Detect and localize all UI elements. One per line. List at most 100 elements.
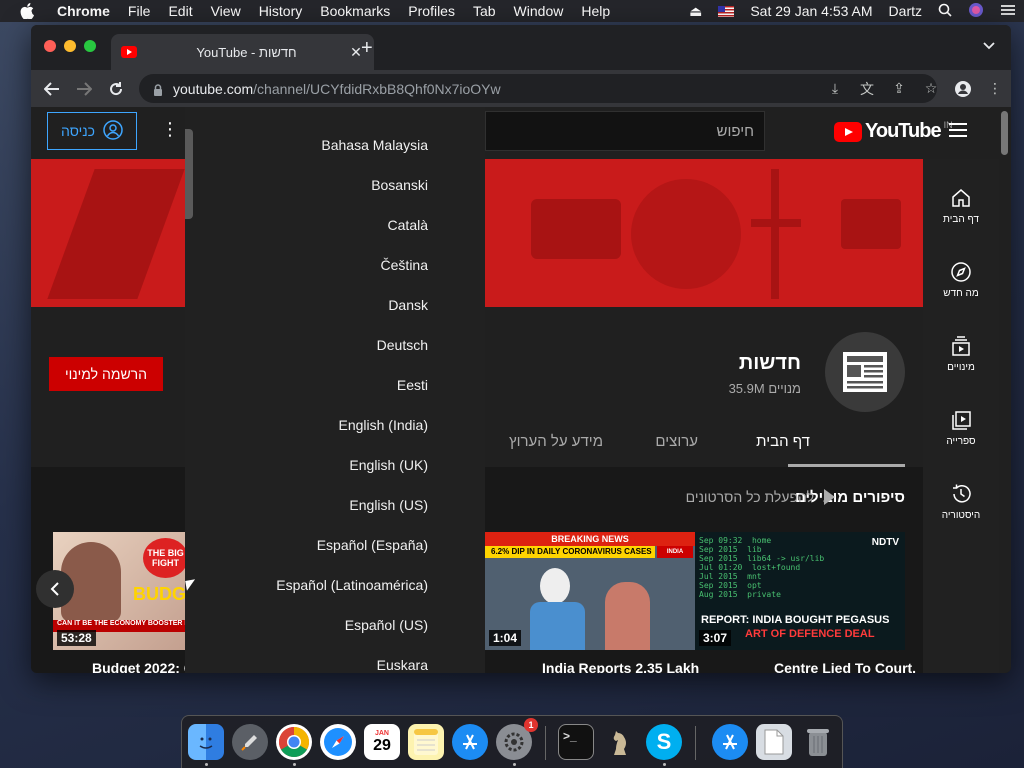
skype-icon[interactable]: S xyxy=(646,724,682,760)
language-option[interactable]: Dansk xyxy=(388,297,428,313)
tab-about[interactable]: מידע על הערוץ xyxy=(509,433,603,450)
language-option[interactable]: Español (España) xyxy=(317,537,428,553)
language-option[interactable]: Español (US) xyxy=(345,617,428,633)
forward-arrow-icon[interactable] xyxy=(73,78,95,100)
system-preferences-icon[interactable]: 1 xyxy=(496,718,538,760)
youtube-logo[interactable]: YouTube IN xyxy=(834,120,953,143)
menu-history[interactable]: History xyxy=(259,3,303,19)
language-option[interactable]: English (US) xyxy=(349,497,428,513)
documents-folder-icon[interactable] xyxy=(756,724,792,760)
guide-item-label: מינויים xyxy=(947,362,975,373)
input-source-flag-icon[interactable] xyxy=(718,5,735,17)
language-option[interactable]: Eesti xyxy=(397,377,428,393)
browser-tab-active[interactable]: YouTube - חדשות ✕ xyxy=(111,34,374,70)
language-option[interactable]: Bosanski xyxy=(371,177,428,193)
youtube-logo-text: YouTube xyxy=(865,120,942,142)
language-option[interactable]: English (India) xyxy=(339,417,429,433)
carousel-previous-button[interactable] xyxy=(36,570,74,608)
zoom-window-button[interactable] xyxy=(84,40,96,52)
guide-item-library[interactable]: ספרייה xyxy=(923,409,999,447)
guide-item-history[interactable]: היסטוריה xyxy=(923,483,999,521)
language-option[interactable]: English (UK) xyxy=(349,457,428,473)
menu-help[interactable]: Help xyxy=(581,3,610,19)
running-indicator xyxy=(205,763,208,766)
page-scrollbar[interactable] xyxy=(999,107,1011,673)
menu-tab[interactable]: Tab xyxy=(473,3,496,19)
tab-title: YouTube - חדשות xyxy=(196,44,297,60)
video-title[interactable]: Centre Lied To Court. xyxy=(774,660,916,673)
play-all-button[interactable]: להפעלת כל הסרטונים xyxy=(686,489,835,505)
notes-icon[interactable] xyxy=(408,724,444,760)
language-menu-scrollbar[interactable] xyxy=(185,129,193,219)
close-window-button[interactable] xyxy=(44,40,56,52)
menu-bookmarks[interactable]: Bookmarks xyxy=(320,3,390,19)
terminal-icon[interactable]: >_ xyxy=(558,724,594,760)
menu-view[interactable]: View xyxy=(211,3,241,19)
dock-separator xyxy=(695,726,696,760)
guide-item-label: דף הבית xyxy=(943,214,979,225)
calendar-icon[interactable]: JAN 29 xyxy=(364,724,400,760)
trash-icon[interactable] xyxy=(800,724,836,760)
minimize-window-button[interactable] xyxy=(64,40,76,52)
thumb-text-2: 6.2% DIP IN DAILY CORONAVIRUS CASES xyxy=(485,546,655,558)
subscribe-button[interactable]: הרשמה למינוי xyxy=(49,357,163,391)
search-input[interactable]: חיפוש xyxy=(485,111,765,151)
chrome-icon[interactable] xyxy=(276,724,312,760)
chess-icon[interactable] xyxy=(602,724,638,760)
siri-icon[interactable] xyxy=(968,2,984,21)
tab-search-chevron-icon[interactable] xyxy=(983,39,995,53)
language-option[interactable]: Deutsch xyxy=(377,337,428,353)
thumb-text-2: REPORT: INDIA BOUGHT PEGASUS xyxy=(701,614,890,626)
finder-icon[interactable] xyxy=(188,724,224,760)
chrome-menu-icon[interactable]: ⋮ xyxy=(979,80,1011,97)
menu-file[interactable]: File xyxy=(128,3,151,19)
language-option[interactable]: Català xyxy=(388,217,428,233)
tab-channels[interactable]: ערוצים xyxy=(655,433,698,450)
new-tab-button[interactable]: + xyxy=(361,37,373,60)
language-option[interactable]: Español (Latinoamérica) xyxy=(276,577,428,593)
chevron-left-icon xyxy=(50,582,59,596)
back-arrow-icon[interactable] xyxy=(41,78,63,100)
app-store-icon[interactable] xyxy=(452,724,488,760)
menu-window[interactable]: Window xyxy=(514,3,564,19)
language-option[interactable]: Euskara xyxy=(377,657,428,673)
lock-icon[interactable] xyxy=(153,83,163,96)
downloads-app-store-icon[interactable] xyxy=(712,724,748,760)
language-option[interactable]: Bahasa Malaysia xyxy=(321,137,428,153)
launchpad-icon[interactable] xyxy=(232,724,268,760)
menu-app-name[interactable]: Chrome xyxy=(57,3,110,19)
spotlight-search-icon[interactable] xyxy=(938,3,952,20)
video-title[interactable]: India Reports 2.35 Lakh xyxy=(542,660,699,673)
translate-icon[interactable]: 文 xyxy=(851,79,883,99)
guide-menu-icon[interactable] xyxy=(949,123,967,137)
menu-edit[interactable]: Edit xyxy=(168,3,192,19)
bookmark-star-icon[interactable]: ☆ xyxy=(915,80,947,97)
subscriber-count: 35.9M מנויים xyxy=(728,381,801,396)
guide-item-subscriptions[interactable]: מינויים xyxy=(923,335,999,373)
install-app-icon[interactable]: ⤓ xyxy=(819,80,851,97)
running-indicator xyxy=(513,763,516,766)
safari-icon[interactable] xyxy=(320,724,356,760)
menubar-datetime[interactable]: Sat 29 Jan 4:53 AM xyxy=(750,3,872,19)
control-center-icon[interactable] xyxy=(1000,3,1016,20)
share-icon[interactable]: ⇪ xyxy=(883,80,915,97)
guide-item-home[interactable]: דף הבית xyxy=(923,187,999,225)
video-thumbnail[interactable]: BREAKING NEWS 6.2% DIP IN DAILY CORONAVI… xyxy=(485,532,695,650)
tab-home[interactable]: דף הבית xyxy=(756,433,810,450)
profile-avatar-icon[interactable] xyxy=(947,80,979,97)
sign-in-button[interactable]: כניסה xyxy=(47,112,137,150)
menubar-user[interactable]: Dartz xyxy=(889,3,922,19)
page-scrollbar-thumb[interactable] xyxy=(1001,111,1008,155)
video-title[interactable]: Budget 2022: C xyxy=(92,660,194,673)
apple-icon[interactable] xyxy=(20,3,38,19)
eject-icon[interactable]: ⏏ xyxy=(689,3,702,20)
guide-item-explore[interactable]: מה חדש xyxy=(923,261,999,299)
menu-profiles[interactable]: Profiles xyxy=(408,3,455,19)
reload-icon[interactable] xyxy=(105,78,127,100)
video-thumbnail[interactable]: Sep 09:32 home Sep 2015 lib Sep 2015 lib… xyxy=(695,532,905,650)
running-indicator xyxy=(293,763,296,766)
channel-avatar[interactable] xyxy=(825,332,905,412)
language-option[interactable]: Čeština xyxy=(381,257,428,273)
settings-kebab-icon[interactable]: ⋮ xyxy=(161,119,179,140)
address-bar[interactable]: youtube.com/channel/UCYfdidRxbB8Qhf0Nx7i… xyxy=(139,74,937,103)
